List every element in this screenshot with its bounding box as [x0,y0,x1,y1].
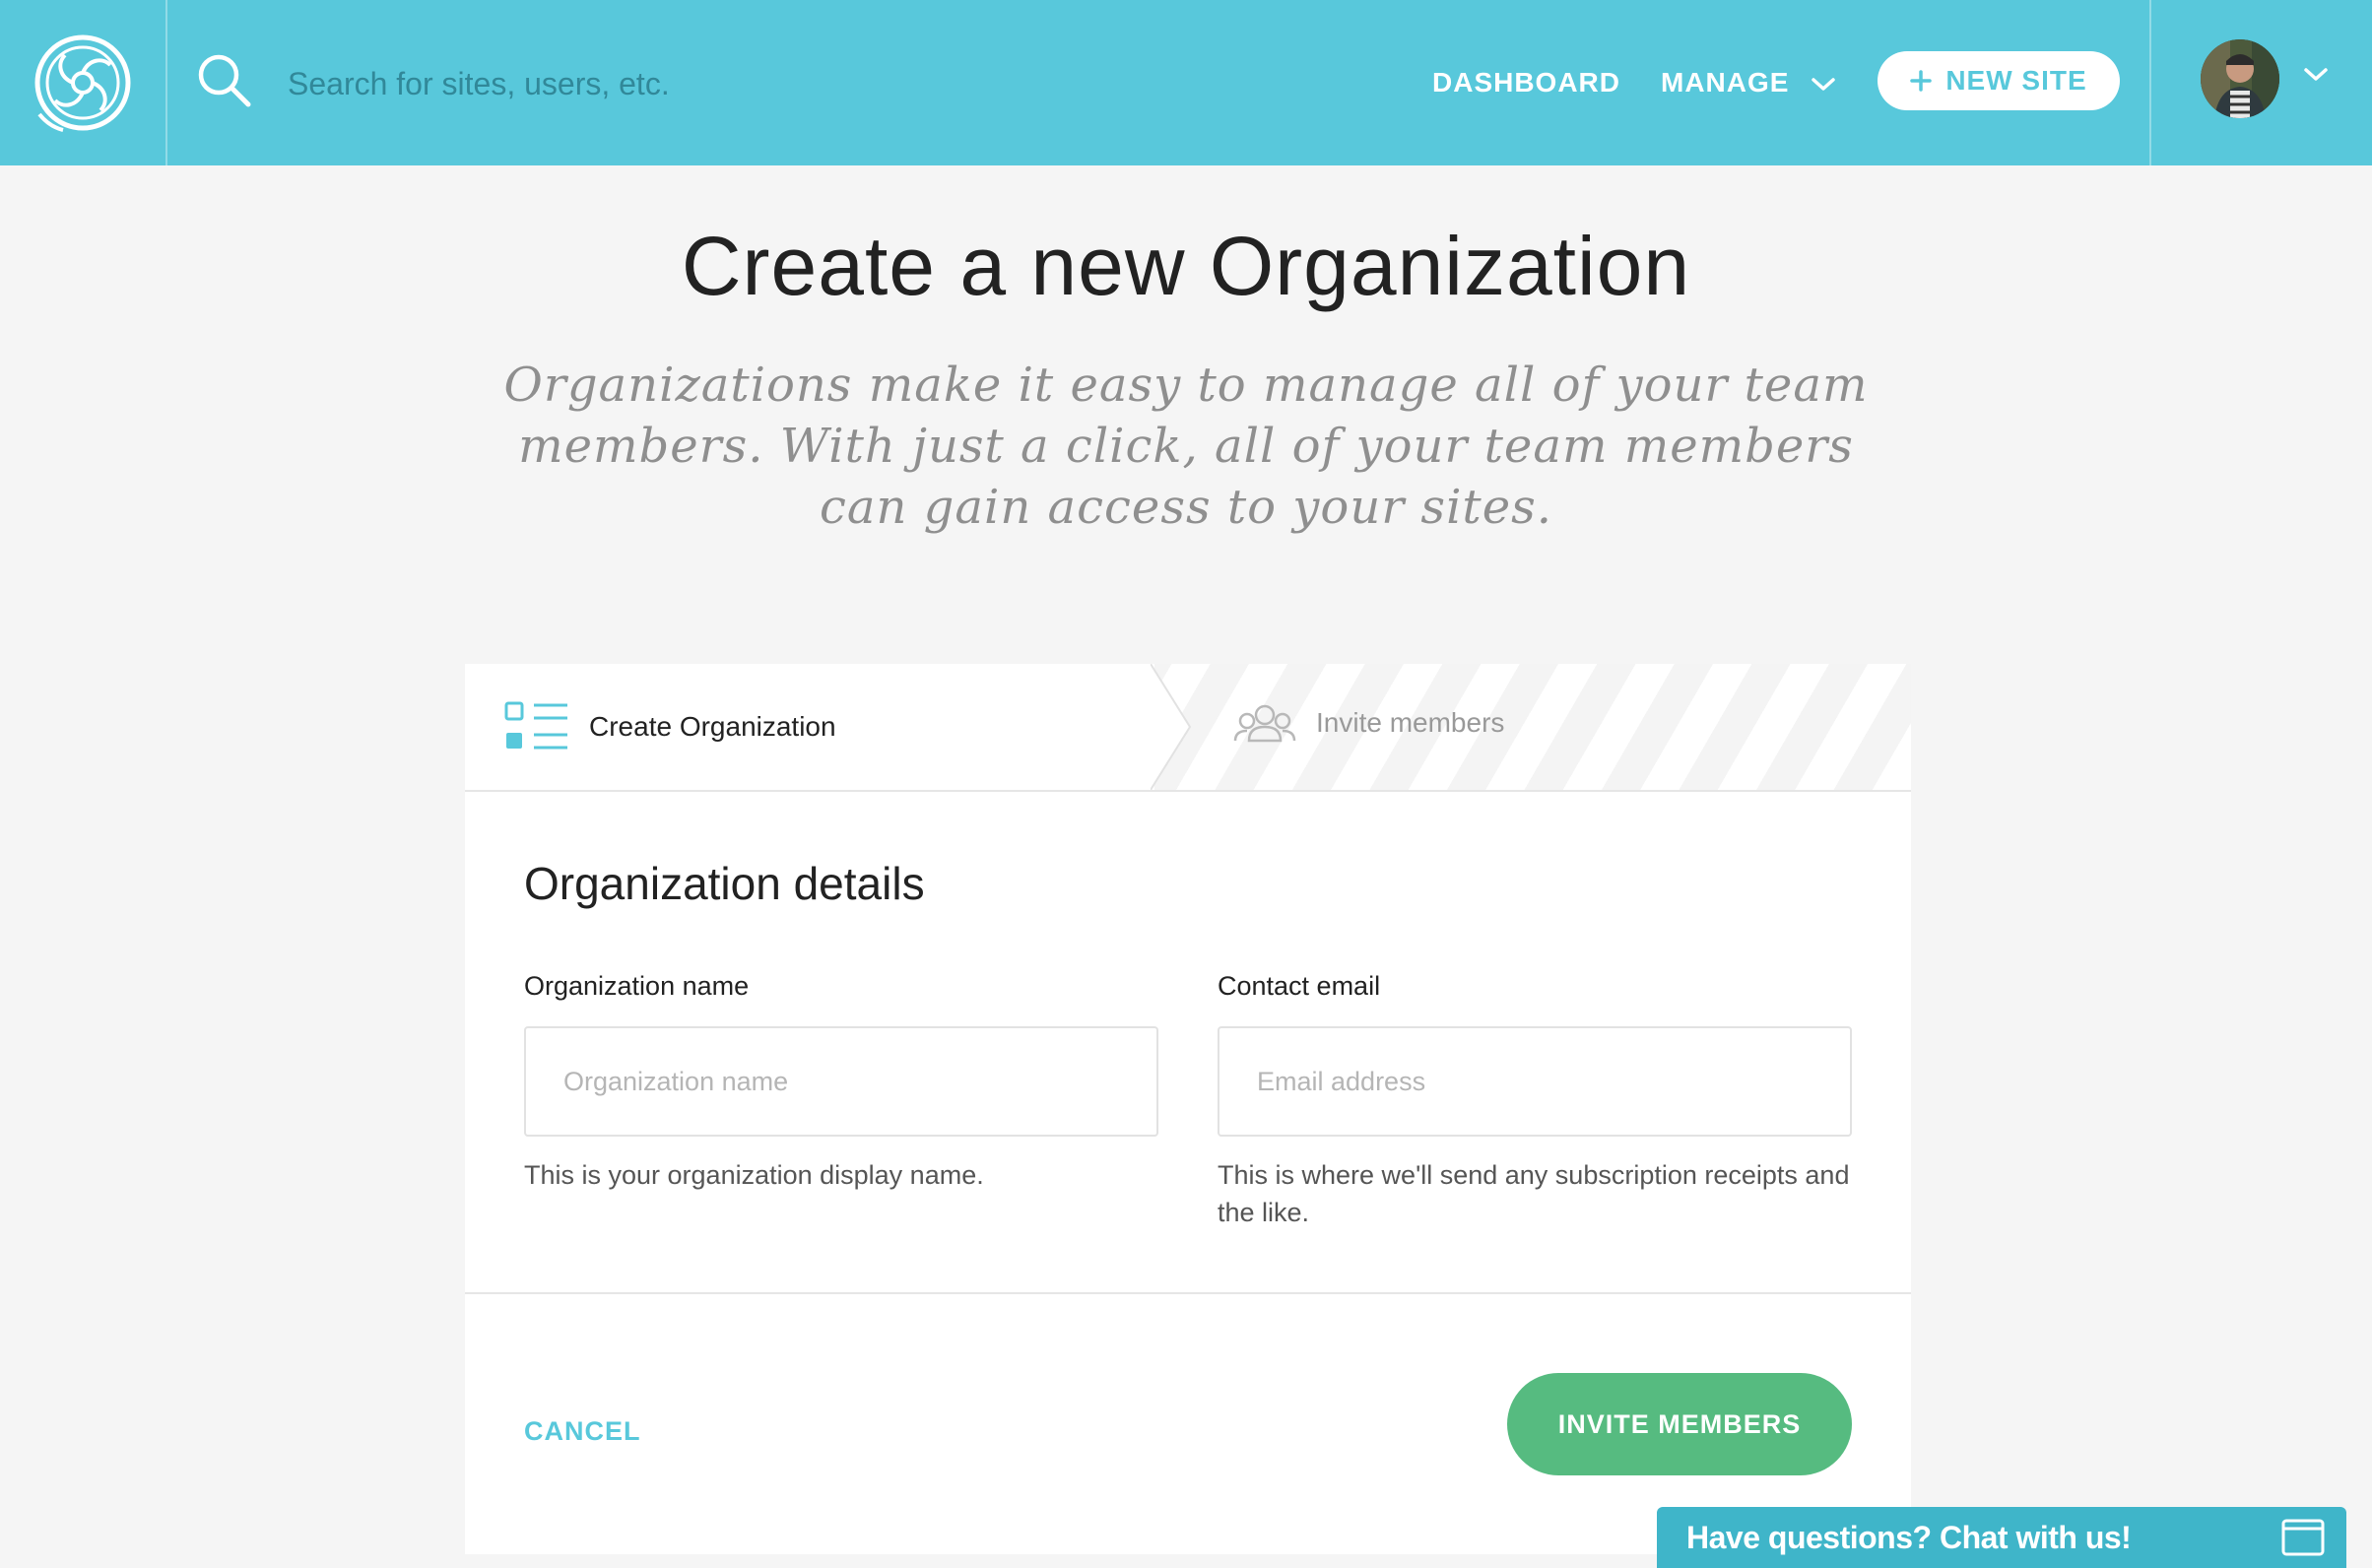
new-site-button[interactable]: NEW SITE [1878,51,2120,110]
step-separator-arrow [1151,664,1192,790]
search-icon[interactable] [195,51,254,110]
section-title: Organization details [524,858,925,909]
page-title: Create a new Organization [681,220,1691,312]
contact-email-input[interactable] [1218,1026,1852,1137]
create-organization-card: Create Organization Invite members Organ… [465,664,1911,1554]
step-create-organization-label: Create Organization [589,711,836,742]
flywheel-logo-icon[interactable] [30,30,136,136]
group-icon [1233,704,1296,743]
chevron-down-icon [1812,77,1835,91]
new-site-label: NEW SITE [1945,65,2087,96]
org-name-help: This is your organization display name. [524,1160,984,1190]
step-invite-members-label: Invite members [1316,707,1505,738]
contact-email-help: This is where we'll send any subscriptio… [1218,1160,1850,1227]
nav-dashboard-link[interactable]: DASHBOARD [1432,55,1620,110]
nav-manage-menu[interactable]: MANAGE [1661,55,1835,110]
list-icon [504,701,567,750]
nav-manage-label: MANAGE [1661,67,1790,98]
step-invite-members-content: Invite members [1233,701,1504,745]
search-input[interactable] [286,51,979,116]
invite-members-button[interactable]: INVITE MEMBERS [1507,1373,1852,1475]
org-name-label: Organization name [524,971,750,1001]
chat-widget[interactable]: Have questions? Chat with us! [1657,1507,2346,1568]
chat-label: Have questions? Chat with us! [1686,1519,2132,1555]
avatar-photo [2201,39,2279,118]
top-nav: DASHBOARD MANAGE NEW SITE [0,0,2372,165]
page-subtitle: Organizations make it easy to manage all… [503,358,1869,535]
step-create-organization[interactable]: Create Organization [465,664,1154,790]
logo-cell[interactable] [0,0,167,165]
step-indicator: Create Organization Invite members [465,664,1911,792]
nav-divider [2149,0,2151,165]
step-invite-members[interactable]: Invite members [1154,664,1911,790]
window-icon[interactable] [2281,1519,2325,1556]
account-chevron-down-icon[interactable] [2303,67,2329,83]
cancel-button[interactable]: CANCEL [524,1416,641,1447]
contact-email-label: Contact email [1218,971,1381,1001]
plus-icon [1910,70,1933,92]
org-name-input[interactable] [524,1026,1158,1137]
user-avatar[interactable] [2201,39,2279,118]
card-divider [465,1292,1911,1294]
